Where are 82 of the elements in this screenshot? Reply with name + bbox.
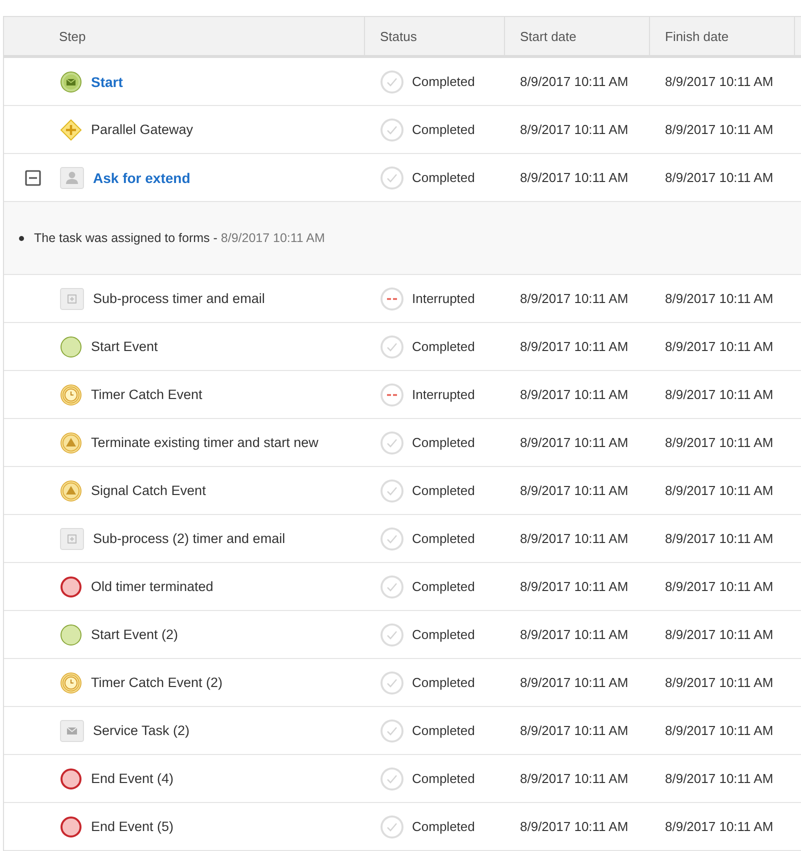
step-name: Old timer terminated [91,579,214,594]
status-text: Completed [412,339,475,354]
step-name: Sub-process timer and email [93,291,265,306]
plus-square-icon [60,528,84,550]
finish-date: 8/9/2017 10:11 AM [665,74,774,89]
start-date: 8/9/2017 10:11 AM [520,435,628,450]
column-header[interactable]: Finish date [665,28,729,44]
step-name: Timer Catch Event [91,387,202,402]
start-date: 8/9/2017 10:11 AM [520,387,628,402]
step-name: Terminate existing timer and start new [91,435,318,450]
status-text: Completed [412,723,475,738]
triangle-circle-icon [60,432,82,454]
step-name: Timer Catch Event (2) [91,675,223,690]
collapse-toggle-icon[interactable] [25,170,41,186]
finish-date: 8/9/2017 10:11 AM [665,627,774,642]
finish-date: 8/9/2017 10:11 AM [665,291,774,306]
step-link[interactable]: Start [91,74,123,90]
finish-date: 8/9/2017 10:11 AM [665,483,774,498]
step-name: Start Event [91,339,158,354]
status-text: Completed [412,531,475,546]
start-date: 8/9/2017 10:11 AM [520,579,628,594]
envelope-circle-icon [60,70,82,92]
circle-icon [60,624,82,646]
status-text: Completed [412,819,475,834]
bullet-icon [19,236,24,240]
plus-square-icon [60,288,84,310]
circle-icon [60,816,82,838]
finish-date: 8/9/2017 10:11 AM [665,771,774,786]
status-text: Completed [412,627,475,642]
start-date: 8/9/2017 10:11 AM [520,819,628,834]
status-text: Completed [412,74,475,89]
start-date: 8/9/2017 10:11 AM [520,122,628,137]
clock-icon [60,384,82,406]
start-date: 8/9/2017 10:11 AM [520,675,628,690]
step-name: Signal Catch Event [91,483,206,498]
start-date: 8/9/2017 10:11 AM [520,483,628,498]
status-text: Interrupted [412,387,475,402]
finish-date: 8/9/2017 10:11 AM [665,339,774,354]
status-text: Completed [412,122,475,137]
status-text: Completed [412,435,475,450]
step-name: Sub-process (2) timer and email [93,531,286,546]
finish-date: 8/9/2017 10:11 AM [665,819,774,834]
status-text: Completed [412,170,475,185]
circle-icon [60,768,82,790]
finish-date: 8/9/2017 10:11 AM [665,435,774,450]
status-text: Completed [412,579,475,594]
clock-icon [60,672,82,694]
status-text: Interrupted [412,291,475,306]
status-text: Completed [412,483,475,498]
finish-date: 8/9/2017 10:11 AM [665,531,774,546]
start-date: 8/9/2017 10:11 AM [520,723,628,738]
column-header[interactable]: Start date [520,28,576,44]
finish-date: 8/9/2017 10:11 AM [665,122,774,137]
start-date: 8/9/2017 10:11 AM [520,170,628,185]
step-link[interactable]: Ask for extend [93,170,190,186]
diamond-plus-icon [60,118,82,140]
step-name: Service Task (2) [93,723,190,738]
finish-date: 8/9/2017 10:11 AM [665,387,774,402]
finish-date: 8/9/2017 10:11 AM [665,579,774,594]
start-date: 8/9/2017 10:11 AM [520,771,628,786]
step-name: Start Event (2) [91,627,178,642]
start-date: 8/9/2017 10:11 AM [520,74,628,89]
finish-date: 8/9/2017 10:11 AM [665,170,774,185]
triangle-circle-icon [60,480,82,502]
status-text: Completed [412,675,475,690]
step-name: End Event (4) [91,771,174,786]
start-date: 8/9/2017 10:11 AM [520,531,628,546]
column-header[interactable]: Step [59,28,86,44]
circle-icon [60,336,82,358]
status-text: Completed [412,771,475,786]
circle-icon [60,576,82,598]
envelope-icon [60,720,84,742]
person-icon [60,166,84,188]
history-entry: The task was assigned to forms - 8/9/2017 10:11 AM [34,230,325,246]
step-name: Parallel Gateway [91,122,194,137]
start-date: 8/9/2017 10:11 AM [520,339,628,354]
finish-date: 8/9/2017 10:11 AM [665,723,774,738]
start-date: 8/9/2017 10:11 AM [520,291,628,306]
column-header[interactable]: Status [380,28,417,44]
step-name: End Event (5) [91,819,174,834]
start-date: 8/9/2017 10:11 AM [520,627,628,642]
finish-date: 8/9/2017 10:11 AM [665,675,774,690]
